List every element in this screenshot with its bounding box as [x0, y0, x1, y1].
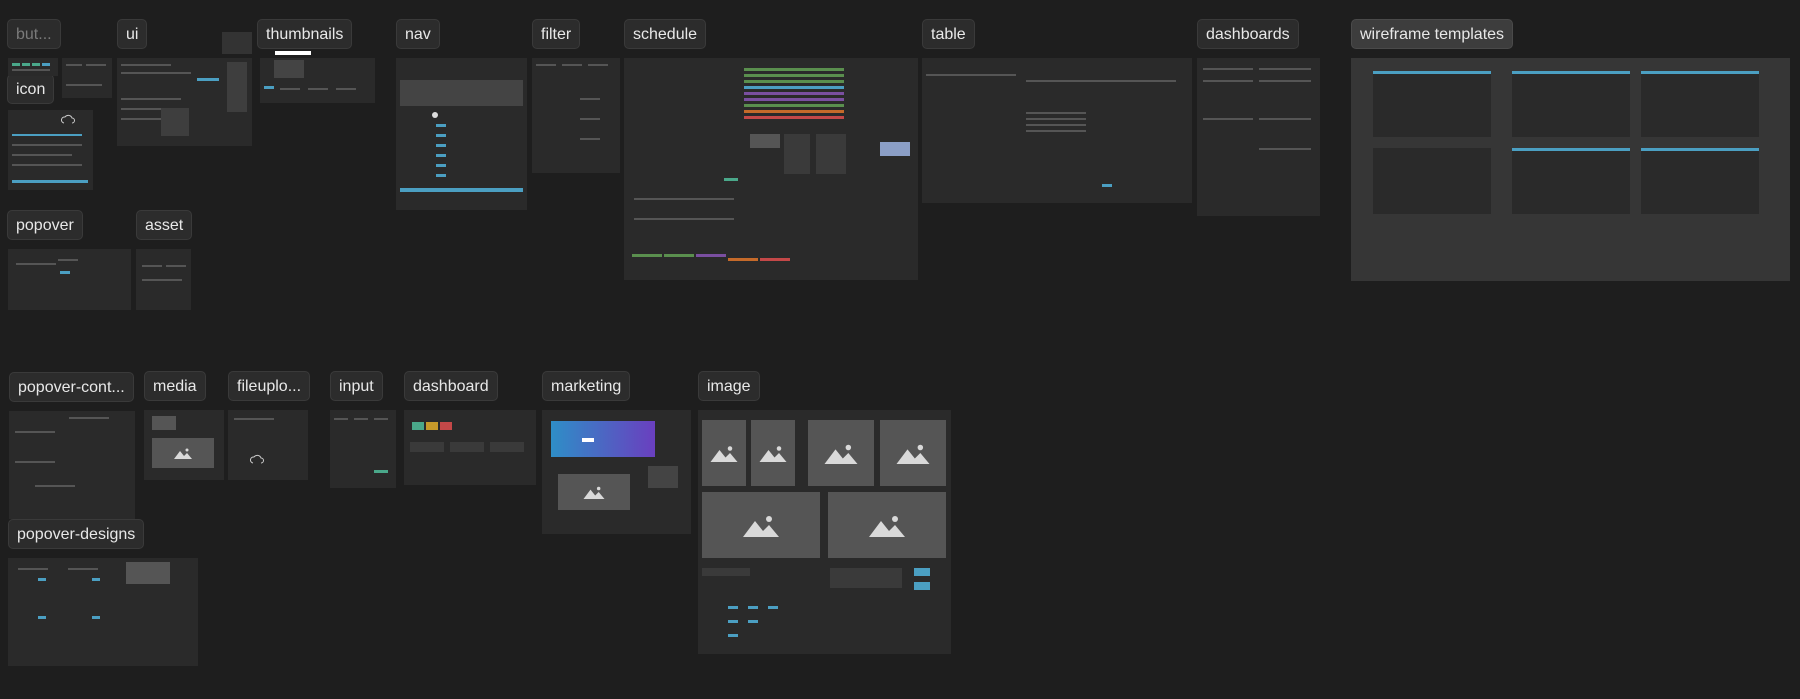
frame-label-wireframe-templates[interactable]: wireframe templates — [1351, 19, 1514, 49]
frame-fileupload[interactable] — [228, 410, 308, 480]
frame-label-schedule[interactable]: schedule — [624, 19, 707, 49]
upload-cloud-icon — [250, 454, 264, 464]
frame-thumbnails[interactable] — [260, 58, 375, 103]
image-placeholder-icon — [824, 444, 858, 464]
frame-wireframe-templates[interactable] — [1351, 58, 1790, 281]
frame-ui-preview — [222, 32, 252, 54]
image-placeholder-6 — [828, 492, 946, 558]
frame-input[interactable] — [330, 410, 396, 488]
frame-label-table[interactable]: table — [922, 19, 975, 49]
image-placeholder-icon — [896, 444, 930, 464]
frame-label-dashboards[interactable]: dashboards — [1197, 19, 1299, 49]
frame-nav[interactable] — [396, 58, 527, 210]
image-placeholder-icon — [743, 516, 779, 537]
frame-ui[interactable] — [117, 58, 252, 146]
frame-buttons[interactable] — [8, 58, 58, 76]
image-placeholder-4 — [880, 420, 946, 486]
image-placeholder-2 — [751, 420, 795, 486]
image-placeholder-icon — [759, 446, 787, 462]
frame-label-thumbnails[interactable]: thumbnails — [257, 19, 353, 49]
upload-cloud-icon — [61, 114, 75, 124]
frame-label-filter[interactable]: filter — [532, 19, 581, 49]
frame-label-nav[interactable]: nav — [396, 19, 440, 49]
frame-label-media[interactable]: media — [144, 371, 206, 401]
image-placeholder-3 — [808, 420, 874, 486]
frame-label-icon[interactable]: icon — [7, 74, 55, 104]
frame-label-popover[interactable]: popover — [7, 210, 83, 240]
frame-marketing[interactable] — [542, 410, 691, 534]
frame-asset[interactable] — [136, 249, 191, 310]
frame-popover-designs[interactable] — [8, 558, 198, 666]
frame-buttons-2[interactable] — [62, 58, 112, 98]
frame-schedule[interactable] — [624, 58, 918, 280]
frame-label-popover-cont[interactable]: popover-cont... — [9, 372, 134, 402]
frame-label-buttons[interactable]: but... — [7, 19, 61, 49]
image-placeholder-5 — [702, 492, 820, 558]
frame-label-input[interactable]: input — [330, 371, 383, 401]
frame-label-dashboard[interactable]: dashboard — [404, 371, 498, 401]
frame-media[interactable] — [144, 410, 224, 480]
thumbnail-selection-bar — [275, 51, 311, 55]
image-placeholder-1 — [702, 420, 746, 486]
frame-dashboard[interactable] — [404, 410, 536, 485]
frame-filter[interactable] — [532, 58, 620, 173]
frame-popover-cont[interactable] — [9, 411, 135, 519]
frame-dashboards[interactable] — [1197, 58, 1320, 216]
image-placeholder-icon — [174, 448, 192, 459]
image-placeholder-icon — [710, 446, 738, 462]
image-placeholder-icon — [869, 516, 905, 537]
frame-popover[interactable] — [8, 249, 131, 310]
marketing-image-placeholder — [558, 474, 630, 510]
frame-label-ui[interactable]: ui — [117, 19, 148, 49]
frame-icon[interactable] — [8, 110, 93, 190]
frame-label-asset[interactable]: asset — [136, 210, 193, 240]
media-image-placeholder — [152, 438, 214, 468]
frame-table[interactable] — [922, 58, 1192, 203]
frame-label-popover-designs[interactable]: popover-designs — [8, 519, 145, 549]
image-placeholder-icon — [583, 486, 605, 499]
frame-image[interactable] — [698, 410, 951, 654]
frame-label-marketing[interactable]: marketing — [542, 371, 631, 401]
frame-label-fileupload[interactable]: fileuplo... — [228, 371, 311, 401]
frame-label-image[interactable]: image — [698, 371, 760, 401]
